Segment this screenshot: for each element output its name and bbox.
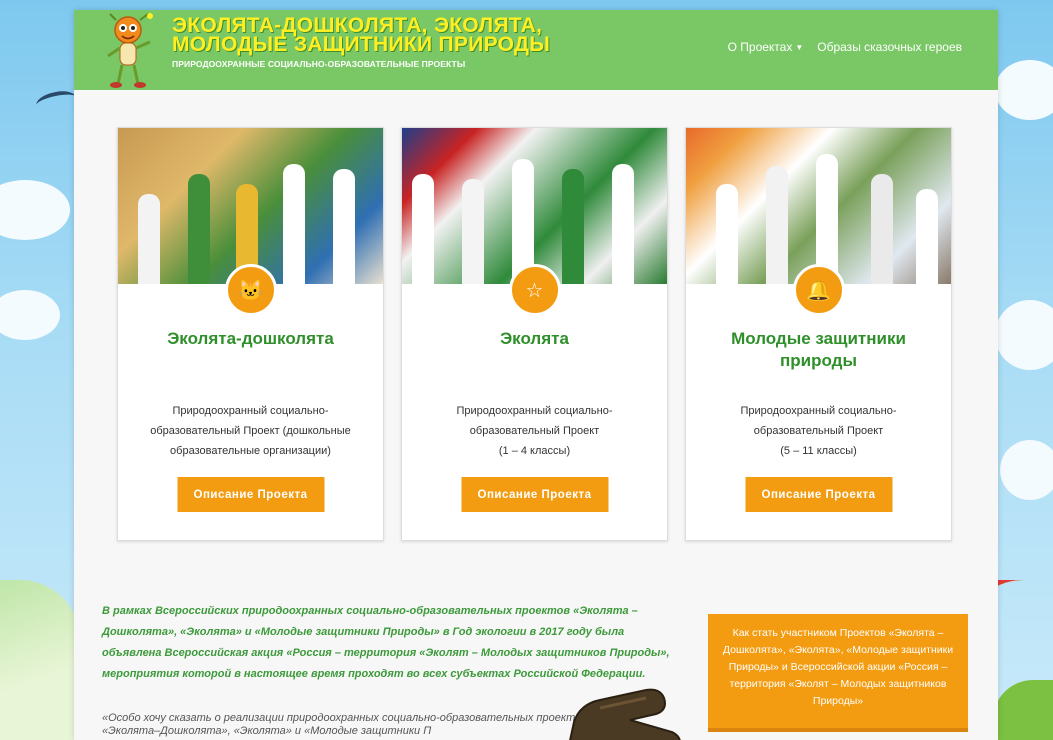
project-description-button[interactable]: Описание Проекта	[177, 477, 324, 512]
background-cloud	[0, 180, 70, 240]
project-cards: 🐱 Эколята-дошколята Природоохранный соци…	[117, 127, 952, 541]
card-photo	[686, 128, 951, 284]
site-title[interactable]: ЭКОЛЯТА-ДОШКОЛЯТА, ЭКОЛЯТА, МОЛОДЫЕ ЗАЩИ…	[172, 15, 551, 56]
card-title[interactable]: Эколята-дошколята	[118, 328, 383, 350]
nav-item-about[interactable]: О Проектах ▼	[728, 40, 804, 54]
bell-icon: 🔔	[792, 264, 845, 316]
background-bush	[993, 680, 1053, 740]
site-subtitle: ПРИРОДООХРАННЫЕ СОЦИАЛЬНО-ОБРАЗОВАТЕЛЬНЫ…	[172, 59, 466, 69]
caret-down-icon: ▼	[795, 43, 804, 53]
background-cloud	[995, 60, 1053, 120]
site-header: ЭКОЛЯТА-ДОШКОЛЯТА, ЭКОЛЯТА, МОЛОДЫЕ ЗАЩИ…	[74, 10, 998, 90]
photo-figure	[562, 169, 584, 284]
main-nav: О Проектах ▼ Образы сказочных героев	[728, 40, 962, 54]
photo-figure	[766, 166, 788, 284]
card-description: Природоохранный социально- образовательн…	[740, 405, 897, 457]
hand-pointer-icon	[569, 688, 681, 740]
photo-figure	[188, 174, 210, 284]
photo-figure	[716, 184, 738, 284]
intro-text: В рамках Всероссийских природоохранных с…	[102, 605, 670, 680]
card-photo	[118, 128, 383, 284]
mascot-logo-icon[interactable]	[102, 12, 160, 88]
project-description-button[interactable]: Описание Проекта	[461, 477, 608, 512]
photo-figure	[462, 179, 484, 284]
photo-figure	[871, 174, 893, 284]
card-description: Природоохранный социально- образовательн…	[456, 405, 613, 457]
card-photo	[402, 128, 667, 284]
photo-figure	[138, 194, 160, 284]
background-cloud	[1000, 440, 1053, 500]
card-title[interactable]: Молодые защитники природы	[686, 328, 951, 372]
nav-item-characters[interactable]: Образы сказочных героев	[817, 40, 962, 54]
quote-text: «Особо хочу сказать о реализации природо…	[102, 712, 588, 737]
photo-figure	[333, 169, 355, 284]
join-projects-button[interactable]: Как стать участником Проектов «Эколята –…	[708, 614, 968, 732]
photo-figure	[612, 164, 634, 284]
background-cloud	[995, 300, 1053, 370]
photo-figure	[412, 174, 434, 284]
project-card: 🔔 Молодые защитники природы Природоохран…	[685, 127, 952, 541]
card-description: Природоохранный социально- образовательн…	[150, 405, 351, 457]
site-title-line2: МОЛОДЫЕ ЗАЩИТНИКИ ПРИРОДЫ	[172, 33, 551, 56]
project-description-button[interactable]: Описание Проекта	[745, 477, 892, 512]
mascot-face-icon: 🐱	[224, 264, 277, 316]
background-cloud	[0, 290, 60, 340]
nav-item-about-label: О Проектах	[727, 40, 793, 54]
star-icon: ☆	[508, 264, 561, 316]
site-container: ЭКОЛЯТА-ДОШКОЛЯТА, ЭКОЛЯТА, МОЛОДЫЕ ЗАЩИ…	[74, 10, 998, 740]
photo-figure	[916, 189, 938, 284]
project-card: ☆ Эколята Природоохранный социально- обр…	[401, 127, 668, 541]
background-bird	[34, 88, 78, 114]
card-title[interactable]: Эколята	[402, 328, 667, 350]
background-grass	[0, 580, 80, 740]
project-card: 🐱 Эколята-дошколята Природоохранный соци…	[117, 127, 384, 541]
photo-figure	[283, 164, 305, 284]
